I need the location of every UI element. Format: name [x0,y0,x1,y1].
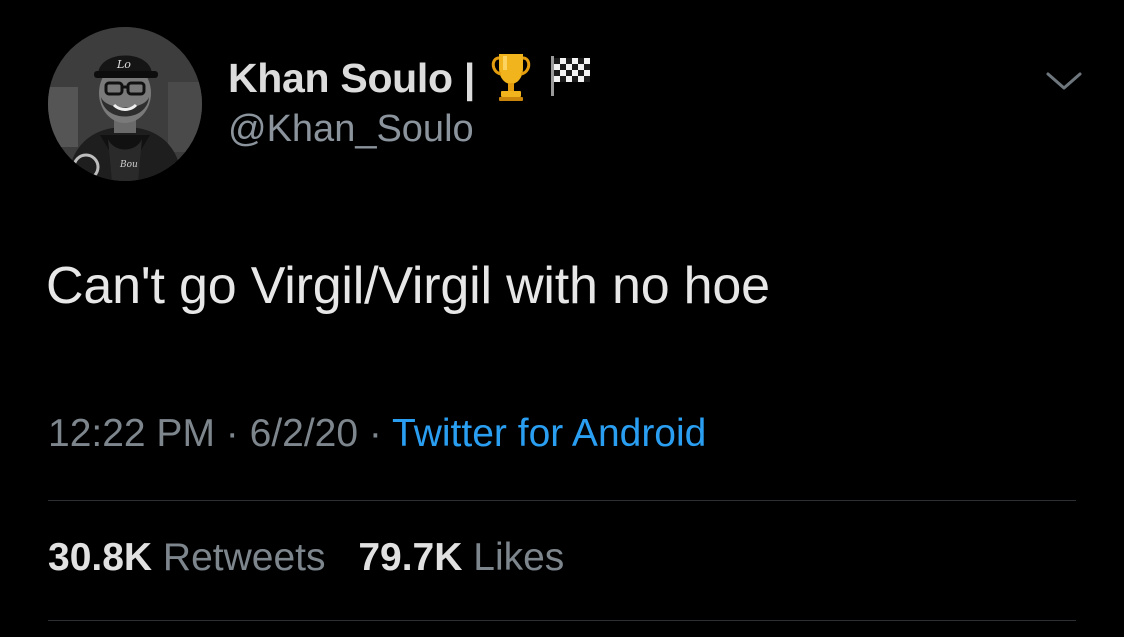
author-display-name[interactable]: Khan Soulo | [228,55,475,102]
tweet-source-link[interactable]: Twitter for Android [392,412,706,455]
svg-text:Lo: Lo [116,58,131,71]
tweet-meta: 12:22 PM · 6/2/20 · Twitter for Android [48,412,706,456]
avatar-image: Bou Lo [48,27,202,181]
likes-count: 79.7K [358,536,463,579]
retweets-count: 30.8K [48,536,153,579]
author-handle[interactable]: @Khan_Soulo [228,108,474,151]
divider [48,620,1076,621]
meta-separator: · [368,412,382,455]
tweet-stats: 30.8K Retweets 79.7K Likes [48,536,564,580]
tweet-time[interactable]: 12:22 PM [48,412,215,455]
tweet-detail: Bou Lo Khan Soulo | @Khan_Soulo Can't go… [0,0,1124,637]
retweets-stat[interactable]: 30.8K Retweets [48,536,336,579]
meta-separator: · [225,412,239,455]
chevron-down-icon[interactable] [1040,62,1088,98]
avatar[interactable]: Bou Lo [48,27,202,181]
author-name-row[interactable]: Khan Soulo | [228,50,593,106]
tweet-text: Can't go Virgil/Virgil with no hoe [46,257,770,315]
likes-label: Likes [473,536,565,579]
tweet-date[interactable]: 6/2/20 [250,412,358,455]
retweets-label: Retweets [162,536,326,579]
divider [48,500,1076,501]
likes-stat[interactable]: 79.7K Likes [358,536,564,579]
checkered-flag-icon [547,54,593,103]
svg-text:Bou: Bou [119,160,138,170]
trophy-icon [489,50,533,107]
